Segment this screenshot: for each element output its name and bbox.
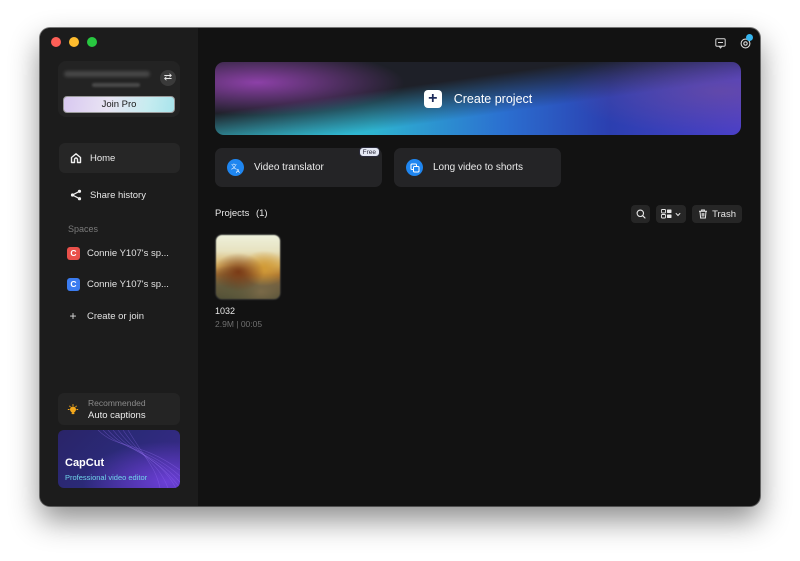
recommended-label: Recommended	[88, 398, 146, 408]
swap-icon[interactable]: ⇄	[160, 70, 176, 86]
chevron-down-icon	[675, 212, 681, 216]
search-button[interactable]	[631, 205, 651, 223]
notification-dot	[746, 34, 753, 41]
lightbulb-icon	[67, 403, 79, 421]
trash-button[interactable]: Trash	[692, 205, 742, 223]
plus-icon: +	[423, 89, 442, 108]
recommended-card[interactable]: Recommended Auto captions	[58, 393, 180, 425]
svg-text:A: A	[236, 169, 240, 173]
trash-label: Trash	[712, 208, 736, 220]
space-item[interactable]: C Connie Y107's sp...	[67, 247, 169, 260]
create-project-button[interactable]: + Create project	[215, 62, 741, 135]
projects-title: Projects	[215, 208, 250, 219]
grid-view-icon	[661, 209, 672, 219]
sidebar-item-home[interactable]: Home	[59, 143, 180, 173]
projects-heading: Projects (1)	[215, 208, 268, 219]
trash-icon	[699, 209, 708, 219]
account-id-redacted	[92, 83, 140, 87]
spaces-heading: Spaces	[68, 224, 99, 234]
space-label: Connie Y107's sp...	[87, 279, 169, 290]
project-meta: 2.9M | 00:05	[215, 319, 263, 329]
window-controls	[51, 37, 97, 47]
space-avatar: C	[67, 247, 80, 260]
feedback-icon[interactable]	[715, 36, 726, 54]
tool-label: Long video to shorts	[433, 162, 524, 173]
share-icon	[70, 189, 82, 201]
recommended-title: Auto captions	[88, 410, 146, 421]
sidebar-item-share-history[interactable]: Share history	[59, 180, 180, 210]
maximize-window-button[interactable]	[87, 37, 97, 47]
sidebar-item-label: Home	[90, 152, 116, 164]
projects-toolbar: Trash	[631, 205, 742, 223]
top-right-toolbar	[715, 34, 753, 54]
video-translator-button[interactable]: 文A Video translator Free	[215, 147, 382, 187]
sidebar-item-label: Share history	[90, 189, 146, 201]
project-name[interactable]: 1032	[215, 306, 235, 316]
view-mode-dropdown[interactable]	[656, 205, 687, 223]
create-project-label: Create project	[453, 91, 533, 106]
sidebar: ⇄ Join Pro Home Share history Spaces C C…	[40, 28, 198, 506]
tool-label: Video translator	[254, 162, 324, 173]
account-name-redacted	[64, 71, 150, 77]
home-icon	[70, 152, 82, 164]
app-window: ⇄ Join Pro Home Share history Spaces C C…	[40, 28, 760, 506]
space-label: Connie Y107's sp...	[87, 248, 169, 259]
create-or-join-button[interactable]: + Create or join	[68, 309, 144, 323]
translate-icon: 文A	[227, 159, 244, 176]
space-avatar: C	[67, 278, 80, 291]
search-icon	[636, 209, 646, 219]
join-pro-button[interactable]: Join Pro	[63, 96, 175, 113]
minimize-window-button[interactable]	[69, 37, 79, 47]
free-badge: Free	[358, 147, 380, 157]
clips-icon	[406, 159, 423, 176]
space-item[interactable]: C Connie Y107's sp...	[67, 278, 169, 291]
promo-title: CapCut	[65, 457, 105, 469]
plus-icon: +	[69, 309, 77, 323]
projects-count: (1)	[255, 208, 268, 219]
close-window-button[interactable]	[51, 37, 61, 47]
project-thumbnail[interactable]	[215, 234, 281, 300]
account-card[interactable]: ⇄ Join Pro	[58, 61, 180, 117]
capcut-promo-card[interactable]: CapCut Professional video editor	[58, 430, 180, 488]
promo-subtitle: Professional video editor	[65, 473, 148, 482]
long-video-to-shorts-button[interactable]: Long video to shorts	[394, 148, 561, 187]
settings-icon[interactable]	[740, 34, 753, 54]
create-or-join-label: Create or join	[87, 310, 145, 322]
